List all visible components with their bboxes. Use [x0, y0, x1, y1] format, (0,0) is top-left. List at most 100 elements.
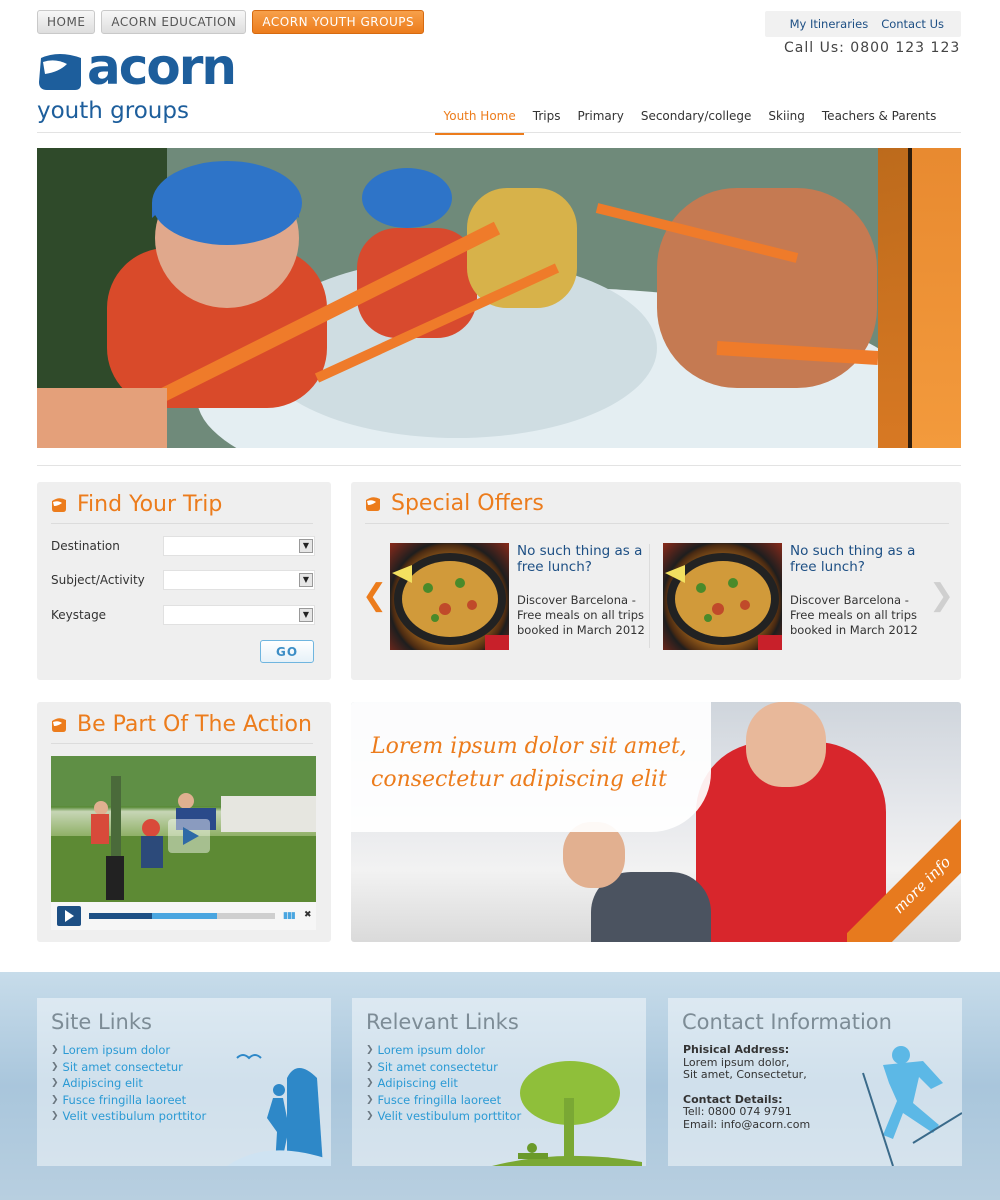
acorn-logo[interactable]: acorn youth groups — [37, 42, 257, 130]
panel-divider — [51, 523, 313, 524]
chevron-right-icon: ❯ — [366, 1078, 374, 1089]
video-player[interactable]: ▮▮▮ ✖ — [51, 756, 316, 930]
nav-teachers-parents[interactable]: Teachers & Parents — [813, 106, 944, 135]
chevron-right-icon[interactable]: ❯ — [929, 578, 954, 613]
chevron-right-icon: ❯ — [366, 1045, 374, 1055]
play-button[interactable] — [57, 906, 81, 926]
chevron-right-icon: ❯ — [366, 1094, 374, 1105]
logo-wordmark: acorn — [87, 38, 237, 96]
keystage-label: Keystage — [51, 608, 107, 622]
chevron-right-icon: ❯ — [51, 1045, 59, 1055]
action-title: Be Part Of The Action — [77, 712, 312, 737]
footer-link[interactable]: ❯ Lorem ipsum dolor — [366, 1042, 521, 1059]
tab-acorn-youth-groups[interactable]: ACORN YOUTH GROUPS — [252, 10, 425, 34]
leaf-icon — [52, 497, 66, 512]
promo-banner[interactable]: Lorem ipsum dolor sit amet, consectetur … — [351, 702, 961, 942]
hero-banner — [37, 148, 961, 448]
nav-trips[interactable]: Trips — [524, 106, 569, 135]
footer-link[interactable]: ❯ Lorem ipsum dolor — [51, 1042, 206, 1059]
footer-link[interactable]: ❯ Sit amet consectetur — [51, 1059, 206, 1076]
nav-divider — [37, 132, 961, 133]
utility-links: My Itineraries Contact Us — [765, 11, 961, 37]
leaf-icon — [52, 717, 66, 732]
destination-select[interactable]: ▼ — [163, 536, 315, 556]
video-controls: ▮▮▮ ✖ — [51, 902, 316, 930]
skier-silhouette-icon — [862, 1046, 962, 1166]
find-trip-panel: Find Your Trip Destination ▼ Subject/Act… — [37, 482, 331, 680]
footer-link[interactable]: ❯ Fusce fringilla laoreet — [51, 1092, 206, 1109]
site-links-list: ❯ Lorem ipsum dolor ❯ Sit amet consectetur… — [51, 1042, 206, 1125]
special-offers-title: Special Offers — [391, 491, 544, 516]
footer-link-text: Lorem ipsum dolor — [62, 1043, 171, 1057]
tab-acorn-education[interactable]: ACORN EDUCATION — [101, 10, 247, 34]
main-nav: Youth Home Trips Primary Secondary/colle… — [435, 106, 945, 135]
action-header: Be Part Of The Action — [51, 712, 312, 737]
telephone: Tell: 0800 074 9791 — [683, 1105, 792, 1118]
contact-info-title: Contact Information — [682, 1010, 892, 1034]
relevant-links-box: Relevant Links ❯ Lorem ipsum dolor ❯ Sit a… — [352, 998, 646, 1166]
subject-row: Subject/Activity ▼ — [51, 570, 315, 590]
offer-title[interactable]: No such thing as a free lunch? — [790, 543, 922, 575]
video-progress-track[interactable] — [89, 913, 275, 919]
nav-skiing[interactable]: Skiing — [760, 106, 813, 135]
chevron-down-icon: ▼ — [299, 608, 313, 622]
chevron-left-icon[interactable]: ❮ — [362, 578, 387, 613]
fullscreen-icon[interactable]: ✖ — [304, 910, 312, 920]
more-info-ribbon[interactable]: more info — [847, 818, 961, 942]
my-itineraries-link[interactable]: My Itineraries — [790, 17, 869, 31]
offer-card[interactable]: No such thing as a free lunch? Discover … — [663, 543, 923, 651]
footer-link-text: Fusce fringilla laoreet — [62, 1092, 187, 1107]
paella-image — [663, 543, 782, 650]
tab-home[interactable]: HOME — [37, 10, 96, 34]
top-tabs: HOME ACORN EDUCATION ACORN YOUTH GROUPS — [37, 10, 425, 34]
chevron-right-icon: ❯ — [366, 1061, 374, 1072]
nav-primary[interactable]: Primary — [569, 106, 632, 135]
phone-number: Call Us: 0800 123 123 — [784, 40, 961, 56]
relevant-links-title: Relevant Links — [366, 1010, 519, 1034]
chevron-right-icon: ❯ — [51, 1094, 59, 1105]
go-button[interactable]: GO — [260, 640, 314, 663]
paella-illustration — [392, 553, 509, 650]
subject-activity-label: Subject/Activity — [51, 573, 145, 587]
site-links-box: Site Links ❯ Lorem ipsum dolor ❯ Sit amet … — [37, 998, 331, 1166]
footer-link-text: Lorem ipsum dolor — [377, 1043, 486, 1057]
contact-us-link[interactable]: Contact Us — [881, 17, 944, 31]
footer-link[interactable]: ❯ Velit vestibulum porttitor — [51, 1108, 206, 1125]
offer-title[interactable]: No such thing as a free lunch? — [517, 543, 649, 575]
address-line: Sit amet, Consectetur, — [683, 1068, 807, 1081]
email[interactable]: Email: info@acorn.com — [683, 1118, 810, 1132]
keystage-select[interactable]: ▼ — [163, 605, 315, 625]
chevron-right-icon: ❯ — [51, 1111, 59, 1122]
hero-divider — [37, 465, 961, 466]
paella-illustration — [665, 553, 782, 650]
chevron-down-icon: ▼ — [299, 573, 313, 587]
hero-rafting-image — [37, 148, 878, 448]
special-offers-panel: Special Offers ❮ No such thing as a free… — [351, 482, 961, 680]
play-icon[interactable] — [168, 819, 210, 853]
chevron-down-icon: ▼ — [299, 539, 313, 553]
offer-card[interactable]: No such thing as a free lunch? Discover … — [390, 543, 650, 651]
nav-youth-home[interactable]: Youth Home — [435, 106, 525, 135]
subject-activity-select[interactable]: ▼ — [163, 570, 315, 590]
special-offers-header: Special Offers — [365, 491, 544, 516]
contact-info-box: Contact Information Phisical Address: Lo… — [668, 998, 962, 1166]
address-heading: Phisical Address: — [683, 1043, 790, 1056]
more-info-corner[interactable]: more info — [847, 818, 961, 942]
footer-link-text: Adipiscing elit — [62, 1076, 143, 1091]
footer: Site Links ❯ Lorem ipsum dolor ❯ Sit amet … — [0, 972, 1000, 1200]
nav-secondary-college[interactable]: Secondary/college — [632, 106, 760, 135]
video-frame[interactable] — [51, 756, 316, 902]
footer-link-text: Velit vestibulum porttitor — [62, 1109, 207, 1124]
hero-stripe-orange — [912, 148, 961, 448]
offer-divider — [649, 544, 650, 648]
contact-details: Phisical Address: Lorem ipsum dolor, Sit… — [683, 1043, 810, 1132]
climber-silhouette-icon — [227, 1054, 331, 1166]
footer-link[interactable]: ❯ Adipiscing elit — [51, 1075, 206, 1092]
volume-icon[interactable]: ▮▮▮ — [283, 911, 296, 921]
paella-image — [390, 543, 509, 650]
tree-silhouette-icon — [492, 1061, 642, 1166]
find-trip-header: Find Your Trip — [51, 492, 222, 517]
promo-headline: Lorem ipsum dolor sit amet, consectetur … — [371, 734, 687, 792]
chevron-right-icon: ❯ — [51, 1078, 59, 1089]
leaf-icon — [366, 496, 380, 511]
